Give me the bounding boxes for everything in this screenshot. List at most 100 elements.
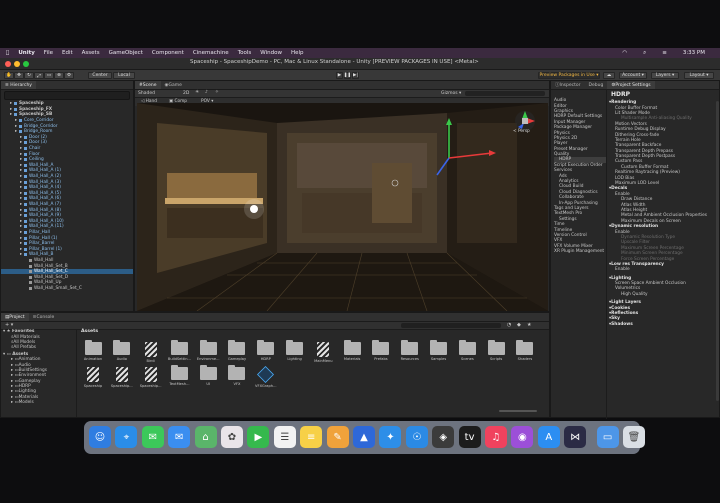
asset-item[interactable]: Materials xyxy=(342,340,362,363)
mail-icon[interactable]: ✉ xyxy=(168,426,191,448)
finder-icon[interactable]: ☺ xyxy=(89,426,111,448)
tab-game[interactable]: ◉ Game xyxy=(161,81,186,89)
add-asset-button[interactable]: + ▾ xyxy=(5,322,13,328)
trash-icon[interactable]: 🗑 xyxy=(623,426,645,448)
tab-project-settings[interactable]: ⚙ Project Settings xyxy=(607,81,655,89)
accessibility-icon[interactable]: ☉ xyxy=(405,426,428,448)
wifi-icon[interactable]: ◠ xyxy=(622,50,627,56)
asset-item[interactable]: MainMenu xyxy=(313,342,333,363)
close-window-button[interactable] xyxy=(5,61,11,67)
gizmos-dropdown[interactable]: Gizmos ▾ xyxy=(441,91,461,96)
keynote-icon[interactable]: ▲ xyxy=(353,426,375,448)
tab-scene[interactable]: # Scene xyxy=(135,81,161,89)
safari-icon[interactable]: ⌖ xyxy=(115,426,138,448)
asset-item[interactable]: VFX xyxy=(227,365,247,388)
tab-console[interactable]: ≡ Console xyxy=(29,313,59,321)
asset-item[interactable]: Spaceship xyxy=(83,367,103,388)
asset-item[interactable]: Environme... xyxy=(197,340,220,363)
control-center-icon[interactable]: ≡ xyxy=(662,50,667,56)
asset-item[interactable]: Audio xyxy=(112,340,132,363)
layers-dropdown[interactable]: Layers ▾ xyxy=(651,72,679,79)
persp-label[interactable]: < Persp xyxy=(513,129,530,134)
downloads-icon[interactable]: ▭ xyxy=(596,426,619,448)
messages-icon[interactable]: ✉ xyxy=(141,426,164,448)
scene-orientation-gizmo[interactable] xyxy=(515,111,535,131)
asset-item[interactable]: Shaders xyxy=(515,340,535,363)
effects-toggle-icon[interactable]: ✧ xyxy=(215,90,219,95)
visual-studio-icon[interactable]: ⋈ xyxy=(564,426,587,448)
tab-project[interactable]: ▤ Project xyxy=(1,313,29,321)
settings-section-header[interactable]: ▾ Shadows xyxy=(609,322,713,327)
asset-item[interactable]: BuildSettin... xyxy=(168,340,191,363)
lighting-toggle-icon[interactable]: ☀ xyxy=(195,90,199,95)
pages-icon[interactable]: ✎ xyxy=(326,426,349,448)
mac-menu-assets[interactable]: Assets xyxy=(82,50,100,56)
rotate-tool-button[interactable]: ↻ xyxy=(24,72,34,79)
search-icon[interactable]: ⌕ xyxy=(643,50,646,57)
pivot-local-toggle[interactable]: Local xyxy=(113,72,135,79)
asset-item[interactable]: HDRP xyxy=(256,340,276,363)
settings-scrollbar[interactable] xyxy=(716,101,719,401)
minimize-window-button[interactable] xyxy=(14,61,20,67)
mac-menu-edit[interactable]: Edit xyxy=(62,50,73,56)
unity-hub-icon[interactable]: ◈ xyxy=(432,426,455,448)
menubar-clock[interactable]: 3:33 PM xyxy=(683,50,705,56)
app-store-icon[interactable]: A xyxy=(537,426,560,448)
preview-packages-dropdown[interactable]: Preview Packages in Use ▾ xyxy=(538,72,600,79)
mac-menu-component[interactable]: Component xyxy=(152,50,184,56)
asset-item[interactable]: UI xyxy=(198,365,218,388)
project-search-input[interactable] xyxy=(401,323,501,328)
notes-icon[interactable]: ≡ xyxy=(300,426,323,448)
asset-item[interactable]: Spaceship... xyxy=(140,367,162,388)
asset-item[interactable]: Resources xyxy=(400,340,420,363)
favorites-item[interactable]: ⌕ All Prefabs xyxy=(3,345,75,350)
asset-item[interactable]: Scripts xyxy=(486,340,506,363)
xcode-icon[interactable]: ✦ xyxy=(379,426,402,448)
photos-icon[interactable]: ✿ xyxy=(221,426,243,448)
pivot-center-toggle[interactable]: Center xyxy=(88,72,112,79)
step-button[interactable]: ▶| xyxy=(352,72,359,79)
mac-menu-tools[interactable]: Tools xyxy=(238,50,252,56)
mac-menu-unity[interactable]: Unity xyxy=(18,50,34,56)
scale-tool-button[interactable]: ⤢ xyxy=(34,72,44,79)
settings-field-label[interactable]: Metal and Ambient Occlusion Properties xyxy=(609,213,713,218)
podcasts-icon[interactable]: ◉ xyxy=(511,426,534,448)
asset-item[interactable]: Scenes xyxy=(457,340,477,363)
2d-toggle[interactable]: 2D xyxy=(183,91,189,96)
reminders-icon[interactable]: ☰ xyxy=(273,426,296,448)
tab-debug[interactable]: Debug xyxy=(585,81,608,89)
move-tool-button[interactable]: ✥ xyxy=(14,72,24,79)
pause-button[interactable]: ❚❚ xyxy=(344,72,351,79)
transform-tool-button[interactable]: ⊕ xyxy=(54,72,64,79)
scene-search-input[interactable] xyxy=(465,91,545,96)
favorite-star-icon[interactable]: ★ xyxy=(527,322,531,328)
mac-menu-file[interactable]: File xyxy=(44,50,53,56)
custom-tool-button[interactable]: ⚙ xyxy=(64,72,74,79)
music-icon[interactable]: ♫ xyxy=(485,426,507,448)
asset-item[interactable]: Lighting xyxy=(285,340,305,363)
asset-item[interactable]: Birdi xyxy=(141,342,161,363)
play-button[interactable]: ▶ xyxy=(336,72,343,79)
mac-menu-window[interactable]: Window xyxy=(260,50,282,56)
folder-tree-item[interactable]: ▸ ▭ Models xyxy=(3,400,75,405)
asset-item[interactable]: Spaceship... xyxy=(111,367,133,388)
layout-dropdown[interactable]: Layout ▾ xyxy=(684,72,714,79)
account-dropdown[interactable]: Account ▾ xyxy=(619,72,647,79)
asset-item[interactable]: VFXGraph... xyxy=(255,366,277,388)
hierarchy-item[interactable]: Wall_Hall_Small_Set_C xyxy=(1,286,133,292)
asset-item[interactable]: Prefabs xyxy=(371,340,391,363)
apple-tv-icon[interactable]: tv xyxy=(458,426,481,448)
scene-viewport[interactable]: < Persp xyxy=(137,103,548,311)
mac-menu-gameobject[interactable]: GameObject xyxy=(109,50,143,56)
asset-item[interactable]: Gameplay xyxy=(227,340,247,363)
mac-menu-cinemachine[interactable]: Cinemachine xyxy=(193,50,229,56)
facetime-icon[interactable]: ▶ xyxy=(247,426,270,448)
hand-tool-button[interactable]: ✋ xyxy=(4,72,14,79)
rect-tool-button[interactable]: ▭ xyxy=(44,72,54,79)
settings-category-item[interactable]: XR Plugin Management xyxy=(554,249,606,254)
tab-hierarchy[interactable]: ≡ Hierarchy xyxy=(1,81,36,89)
audio-toggle-icon[interactable]: ♪ xyxy=(205,90,208,95)
apple-icon[interactable]:  xyxy=(6,50,9,56)
shading-mode-dropdown[interactable]: Shaded xyxy=(138,91,155,96)
cloud-icon[interactable]: ☁ xyxy=(603,72,615,79)
